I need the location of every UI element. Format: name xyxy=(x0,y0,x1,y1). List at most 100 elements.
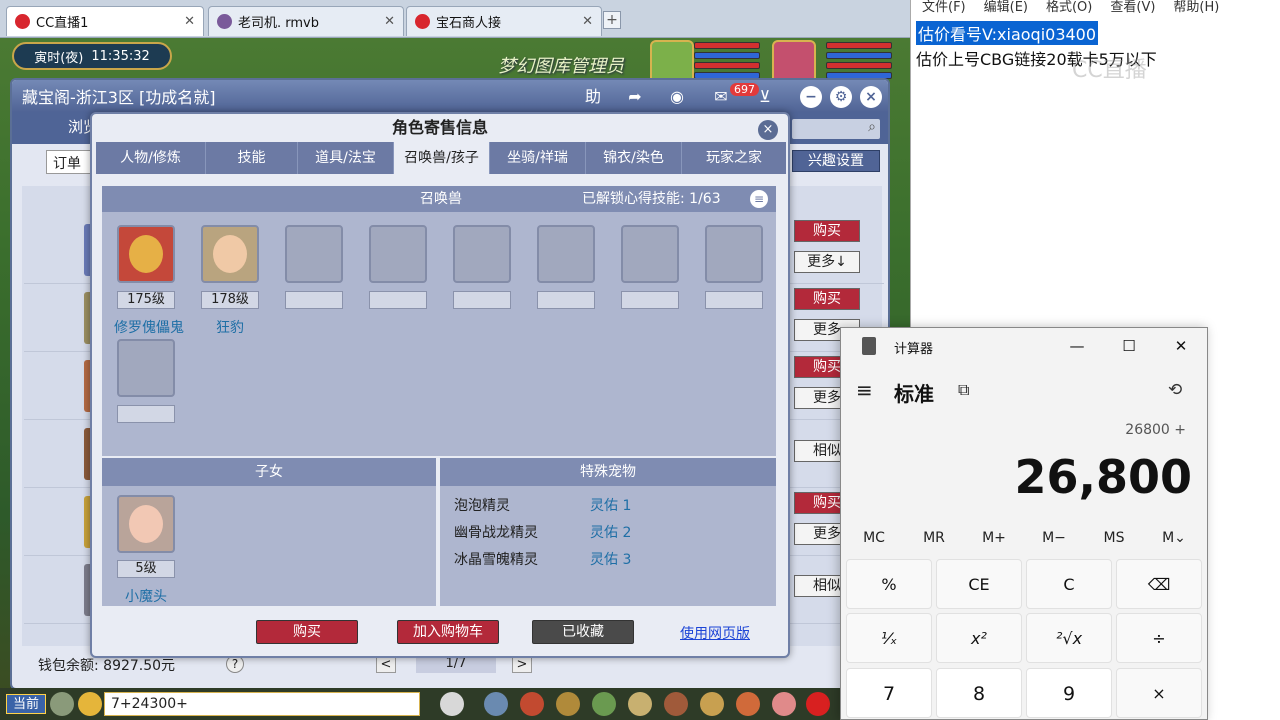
memory-list-button[interactable]: M⌄ xyxy=(1144,530,1204,546)
memory-subtract-button[interactable]: M− xyxy=(1024,530,1084,546)
tab-outfits[interactable]: 锦衣/染色 xyxy=(586,142,682,174)
children-header: 子女 xyxy=(102,458,436,486)
close-icon[interactable]: ✕ xyxy=(384,14,395,29)
close-button[interactable]: ✕ xyxy=(1158,334,1204,358)
close-window-button[interactable]: × xyxy=(860,86,882,108)
tab-video[interactable]: 老司机. rmvb ✕ xyxy=(208,6,404,36)
special-pets-header: 特殊宠物 xyxy=(440,458,776,486)
voice-icon[interactable] xyxy=(50,692,74,716)
tab-skills[interactable]: 技能 xyxy=(206,142,298,174)
chat-input[interactable]: 7+24300+ xyxy=(104,692,420,716)
minimize-button[interactable]: − xyxy=(800,86,822,108)
toolbar-icon[interactable] xyxy=(736,692,760,716)
menu-edit[interactable]: 编辑(E) xyxy=(984,0,1028,18)
toolbar-icon[interactable] xyxy=(556,692,580,716)
pet-name[interactable]: 修罗傀儡鬼 xyxy=(104,317,194,337)
wallet-balance: 钱包余额: 8927.50元 xyxy=(38,658,176,674)
clear-entry-button[interactable]: CE xyxy=(936,559,1022,609)
memory-store-button[interactable]: MS xyxy=(1084,530,1144,546)
player-status-bars xyxy=(826,42,892,80)
clear-button[interactable]: C xyxy=(1026,559,1112,609)
web-version-link[interactable]: 使用网页版 xyxy=(680,623,750,643)
favorited-button[interactable]: 已收藏 xyxy=(532,620,634,644)
pet-slot-empty xyxy=(537,225,595,283)
pet-slot-1[interactable] xyxy=(117,225,175,283)
close-icon[interactable]: ✕ xyxy=(582,14,593,29)
minimize-button[interactable]: — xyxy=(1054,334,1100,358)
message-icon[interactable]: ✉ xyxy=(710,86,732,108)
digit-9-button[interactable]: 9 xyxy=(1026,668,1112,718)
pet-shortcut-icon[interactable] xyxy=(440,692,464,716)
divide-button[interactable]: ÷ xyxy=(1116,613,1202,663)
tab-items[interactable]: 道具/法宝 xyxy=(298,142,394,174)
tab-player-home[interactable]: 玩家之家 xyxy=(682,142,786,174)
menu-help[interactable]: 帮助(H) xyxy=(1173,0,1219,18)
pet-avatar xyxy=(129,235,163,273)
square-root-button[interactable]: ²√x xyxy=(1026,613,1112,663)
tab-label: 宝石商人接 xyxy=(436,16,502,31)
pet-status-bars xyxy=(694,42,760,80)
toolbar-icon[interactable] xyxy=(664,692,688,716)
keep-on-top-icon[interactable]: ⧉ xyxy=(958,380,978,400)
child-slot[interactable] xyxy=(117,495,175,553)
share-icon[interactable]: ➦ xyxy=(624,86,646,108)
memory-recall-button[interactable]: MR xyxy=(904,530,964,546)
digit-8-button[interactable]: 8 xyxy=(936,668,1022,718)
list-menu-icon[interactable]: ≡ xyxy=(750,190,768,208)
percent-button[interactable]: % xyxy=(846,559,932,609)
search-input[interactable]: ⌕ xyxy=(792,119,880,139)
notepad-line-selected[interactable]: 估价看号V:xiaoqi03400 xyxy=(916,21,1099,45)
order-select[interactable]: 订单 xyxy=(46,150,96,174)
toolbar-icon[interactable] xyxy=(772,692,796,716)
add-to-cart-button[interactable]: 加入购物车 xyxy=(397,620,499,644)
help-button[interactable]: 助 xyxy=(582,86,604,108)
settings-button[interactable]: ⚙ xyxy=(830,86,852,108)
hamburger-menu-icon[interactable]: ≡ xyxy=(856,378,873,402)
pet-level: 175级 xyxy=(117,291,175,309)
memory-clear-button[interactable]: MC xyxy=(844,530,904,546)
buy-button[interactable]: 购买 xyxy=(256,620,358,644)
toolbar-icon[interactable] xyxy=(520,692,544,716)
tab-character[interactable]: 人物/修炼 xyxy=(96,142,206,174)
close-icon[interactable]: ✕ xyxy=(184,14,195,29)
backspace-button[interactable]: ⌫ xyxy=(1116,559,1202,609)
interest-settings-button[interactable]: 兴趣设置 xyxy=(792,150,880,172)
multiply-button[interactable]: × xyxy=(1116,668,1202,718)
digit-7-button[interactable]: 7 xyxy=(846,668,932,718)
tab-mounts[interactable]: 坐骑/祥瑞 xyxy=(490,142,586,174)
menu-format[interactable]: 格式(O) xyxy=(1046,0,1092,18)
tab-gem-merchant[interactable]: 宝石商人接 ✕ xyxy=(406,6,602,36)
toolbar-icon[interactable] xyxy=(592,692,616,716)
toolbar-icon[interactable] xyxy=(484,692,508,716)
toolbar-icon[interactable] xyxy=(700,692,724,716)
buy-button[interactable]: 购买 xyxy=(794,220,860,242)
pet-name[interactable]: 狂豹 xyxy=(196,317,264,337)
child-name[interactable]: 小魔头 xyxy=(112,586,180,606)
skills-unlocked: 已解锁心得技能: 1/63 xyxy=(582,191,721,207)
history-icon[interactable]: ⟲ xyxy=(1168,380,1190,402)
clock-time: 11:35:32 xyxy=(91,48,150,64)
pet-slot-empty xyxy=(453,225,511,283)
buy-button[interactable]: 购买 xyxy=(794,288,860,310)
more-button[interactable]: 更多↓ xyxy=(794,251,860,273)
menu-file[interactable]: 文件(F) xyxy=(922,0,966,18)
reciprocal-button[interactable]: ¹⁄ₓ xyxy=(846,613,932,663)
tab-cc-live[interactable]: CC直播1 ✕ xyxy=(6,6,204,36)
new-tab-button[interactable]: + xyxy=(603,11,621,29)
emoji-icon[interactable] xyxy=(78,692,102,716)
record-icon[interactable]: ◉ xyxy=(666,86,688,108)
maximize-button[interactable]: ☐ xyxy=(1106,334,1152,358)
menu-view[interactable]: 查看(V) xyxy=(1110,0,1155,18)
alert-icon[interactable] xyxy=(806,692,830,716)
cart-icon[interactable]: ⊻ xyxy=(754,86,776,108)
memory-add-button[interactable]: M+ xyxy=(964,530,1024,546)
special-pet-name: 泡泡精灵 xyxy=(454,498,510,514)
pet-slot-2[interactable] xyxy=(201,225,259,283)
chat-channel-button[interactable]: 当前 xyxy=(6,694,46,714)
toolbar-icon[interactable] xyxy=(628,692,652,716)
background-title: 梦幻图库管理员 xyxy=(498,56,624,77)
square-button[interactable]: x² xyxy=(936,613,1022,663)
tab-pets-children[interactable]: 召唤兽/孩子 xyxy=(394,142,490,174)
dialog-close-button[interactable]: × xyxy=(758,120,778,140)
pet-level-empty xyxy=(621,291,679,309)
